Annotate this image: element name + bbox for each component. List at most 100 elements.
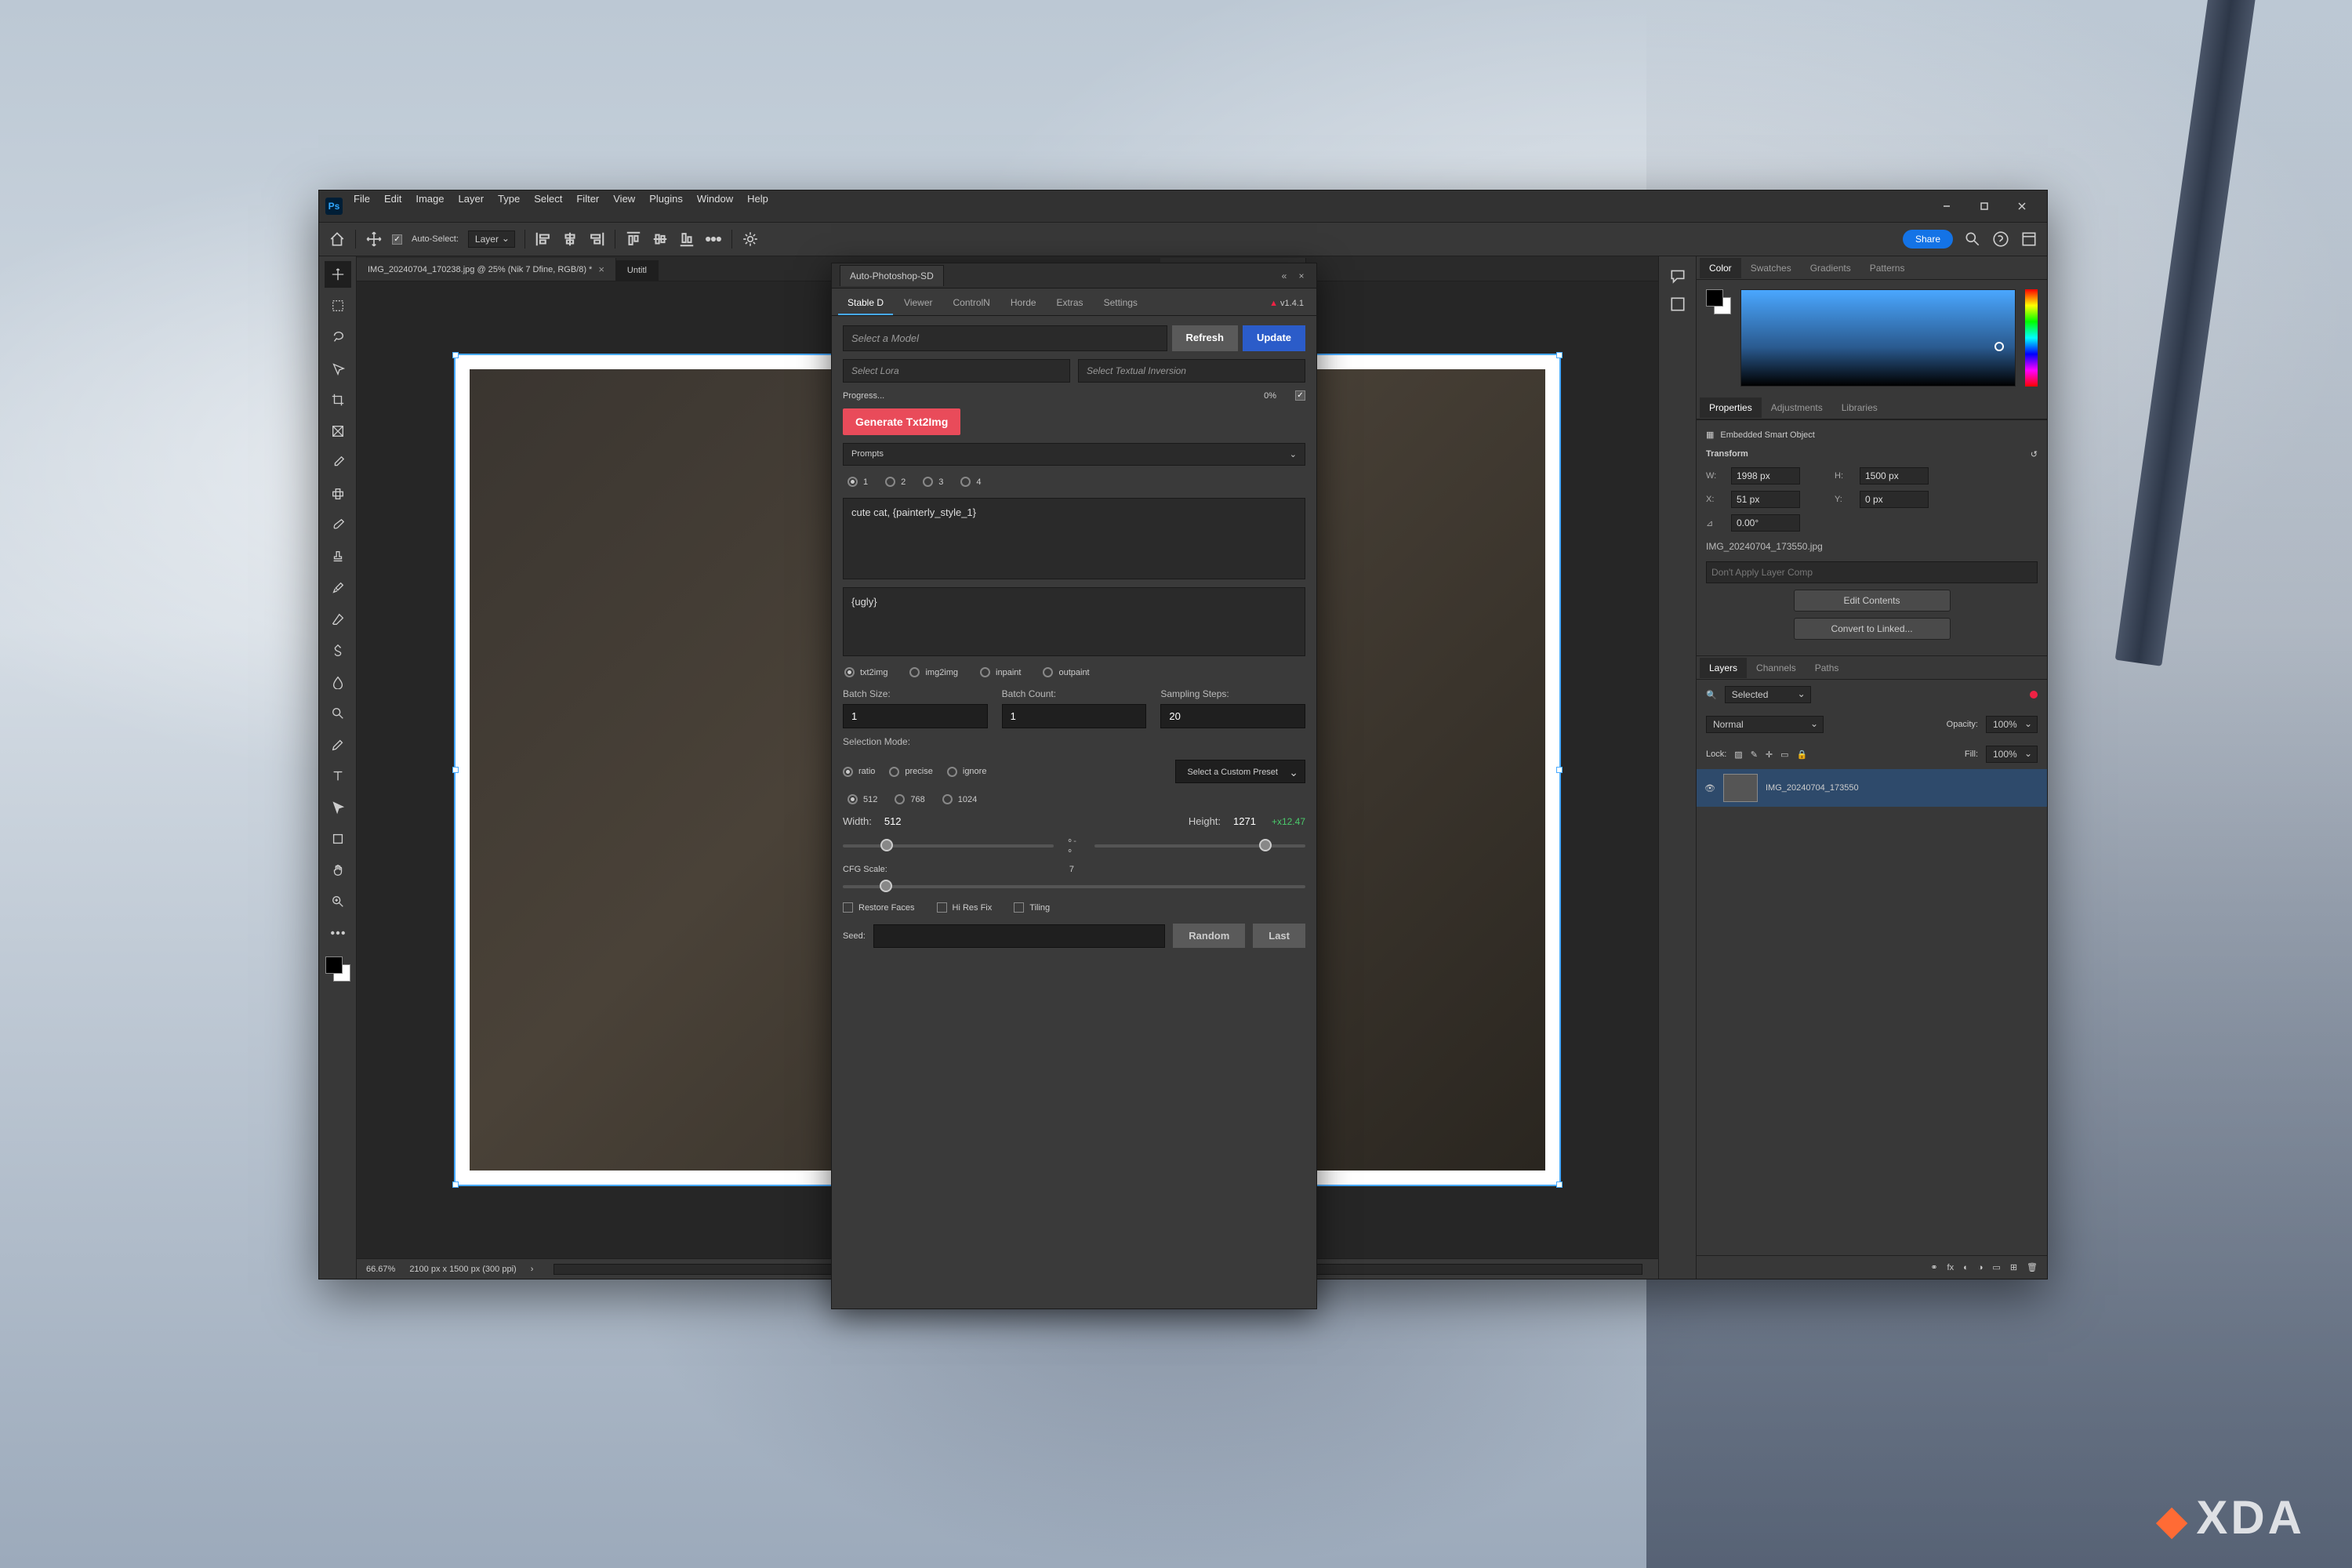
link-icon[interactable]: ⚬-⚬ (1066, 838, 1082, 854)
mask-icon[interactable]: ◐ (1963, 1263, 1969, 1272)
close-icon[interactable]: × (598, 263, 604, 275)
path-select-tool[interactable] (325, 794, 351, 821)
random-seed-button[interactable]: Random (1173, 924, 1245, 948)
tab-settings[interactable]: Settings (1094, 292, 1147, 315)
hand-tool[interactable] (325, 857, 351, 884)
search-icon[interactable]: 🔍 (1706, 690, 1717, 700)
color-cursor[interactable] (1994, 342, 2004, 351)
convert-linked-button[interactable]: Convert to Linked... (1794, 618, 1951, 640)
lock-all-icon[interactable]: 🔒 (1797, 750, 1808, 760)
tab-swatches[interactable]: Swatches (1741, 258, 1801, 278)
color-swatches-tool[interactable] (325, 956, 351, 982)
zoom-level[interactable]: 66.67% (366, 1265, 395, 1274)
visibility-icon[interactable]: 👁 (1704, 783, 1715, 793)
healing-tool[interactable] (325, 481, 351, 507)
gradient-tool[interactable] (325, 637, 351, 664)
mode-img2img[interactable]: img2img (909, 667, 958, 677)
marquee-tool[interactable] (325, 292, 351, 319)
tab-viewer[interactable]: Viewer (895, 292, 942, 315)
batch-size-input[interactable]: 1 (843, 704, 988, 728)
fill-input[interactable]: 100% (1986, 746, 2038, 763)
close-icon[interactable]: × (1294, 270, 1308, 282)
document-tab-1[interactable]: IMG_20240704_170238.jpg @ 25% (Nik 7 Dfi… (357, 258, 616, 281)
height-input[interactable]: 1500 px (1860, 467, 1929, 485)
mode-inpaint[interactable]: inpaint (980, 667, 1021, 677)
tab-channels[interactable]: Channels (1747, 658, 1806, 678)
layer-comp-select[interactable]: Don't Apply Layer Comp (1706, 561, 2038, 583)
selmode-ignore[interactable]: ignore (947, 767, 987, 777)
chevron-right-icon[interactable]: › (531, 1265, 534, 1274)
width-slider[interactable] (843, 844, 1054, 848)
generate-button[interactable]: Generate Txt2Img (843, 408, 960, 435)
tab-properties[interactable]: Properties (1700, 397, 1762, 418)
menu-layer[interactable]: Layer (459, 193, 485, 205)
link-layers-icon[interactable]: ⚭ (1930, 1262, 1937, 1272)
restore-faces-checkbox[interactable]: Restore Faces (843, 902, 915, 913)
tab-extras[interactable]: Extras (1047, 292, 1093, 315)
selmode-ratio[interactable]: ratio (843, 767, 875, 777)
menu-filter[interactable]: Filter (576, 193, 599, 205)
prompt-slot-4[interactable]: 4 (960, 477, 981, 487)
refresh-button[interactable]: Refresh (1172, 325, 1238, 351)
height-slider[interactable] (1094, 844, 1305, 848)
transform-handle[interactable] (452, 1181, 459, 1188)
prompt-slot-1[interactable]: 1 (848, 477, 868, 487)
lasso-tool[interactable] (325, 324, 351, 350)
menu-window[interactable]: Window (697, 193, 733, 205)
align-left-icon[interactable] (535, 230, 552, 248)
layer-select[interactable]: Layer (468, 230, 515, 248)
trash-icon[interactable]: 🗑 (2027, 1262, 2038, 1272)
prompt-slot-3[interactable]: 3 (923, 477, 943, 487)
type-tool[interactable] (325, 763, 351, 789)
align-center-v-icon[interactable] (652, 230, 669, 248)
tiling-checkbox[interactable]: Tiling (1014, 902, 1050, 913)
steps-input[interactable]: 20 (1160, 704, 1305, 728)
plugin-titlebar[interactable]: Auto-Photoshop-SD «× (832, 263, 1316, 289)
fx-icon[interactable]: fx (1947, 1263, 1955, 1272)
more-tools-icon[interactable] (325, 920, 351, 946)
tab-gradients[interactable]: Gradients (1801, 258, 1860, 278)
update-button[interactable]: Update (1243, 325, 1305, 351)
transform-handle[interactable] (1556, 1181, 1563, 1188)
transform-handle[interactable] (452, 767, 459, 773)
layer-thumbnail[interactable] (1723, 774, 1758, 802)
blur-tool[interactable] (325, 669, 351, 695)
search-icon[interactable] (1964, 230, 1981, 248)
selmode-precise[interactable]: precise (889, 767, 932, 777)
transform-handle[interactable] (1556, 767, 1563, 773)
menu-help[interactable]: Help (747, 193, 768, 205)
collapse-icon[interactable]: « (1277, 270, 1291, 282)
opacity-input[interactable]: 100% (1986, 716, 2038, 733)
mode-txt2img[interactable]: txt2img (844, 667, 887, 677)
tab-paths[interactable]: Paths (1806, 658, 1849, 678)
tab-controlnet[interactable]: ControlN (944, 292, 1000, 315)
blend-mode-select[interactable]: Normal (1706, 716, 1824, 733)
lock-brush-icon[interactable]: ✎ (1751, 750, 1758, 760)
menu-image[interactable]: Image (416, 193, 444, 205)
transform-handle[interactable] (452, 352, 459, 358)
lock-artboard-icon[interactable]: ▭ (1780, 750, 1788, 760)
zoom-tool[interactable] (325, 888, 351, 915)
filter-toggle[interactable] (2030, 691, 2038, 699)
progress-checkbox[interactable] (1295, 390, 1305, 401)
size-768[interactable]: 768 (895, 794, 924, 804)
align-center-h-icon[interactable] (561, 230, 579, 248)
batch-count-input[interactable]: 1 (1002, 704, 1147, 728)
lock-position-icon[interactable]: ✛ (1766, 750, 1773, 760)
new-layer-icon[interactable]: ⊞ (2010, 1262, 2017, 1272)
comments-icon[interactable] (1669, 267, 1686, 285)
history-brush-tool[interactable] (325, 575, 351, 601)
home-icon[interactable] (328, 230, 346, 248)
menu-select[interactable]: Select (534, 193, 562, 205)
width-input[interactable]: 1998 px (1731, 467, 1800, 485)
more-options-icon[interactable] (705, 230, 722, 248)
maximize-button[interactable] (1965, 194, 2003, 219)
auto-select-checkbox[interactable] (392, 234, 402, 245)
prompt-slot-2[interactable]: 2 (885, 477, 906, 487)
tab-layers[interactable]: Layers (1700, 658, 1747, 678)
tab-color[interactable]: Color (1700, 258, 1741, 278)
model-select[interactable]: Select a Model (843, 325, 1167, 351)
align-bottom-icon[interactable] (678, 230, 695, 248)
x-input[interactable]: 51 px (1731, 491, 1800, 508)
prompt-textarea[interactable]: cute cat, {painterly_style_1} (843, 498, 1305, 579)
